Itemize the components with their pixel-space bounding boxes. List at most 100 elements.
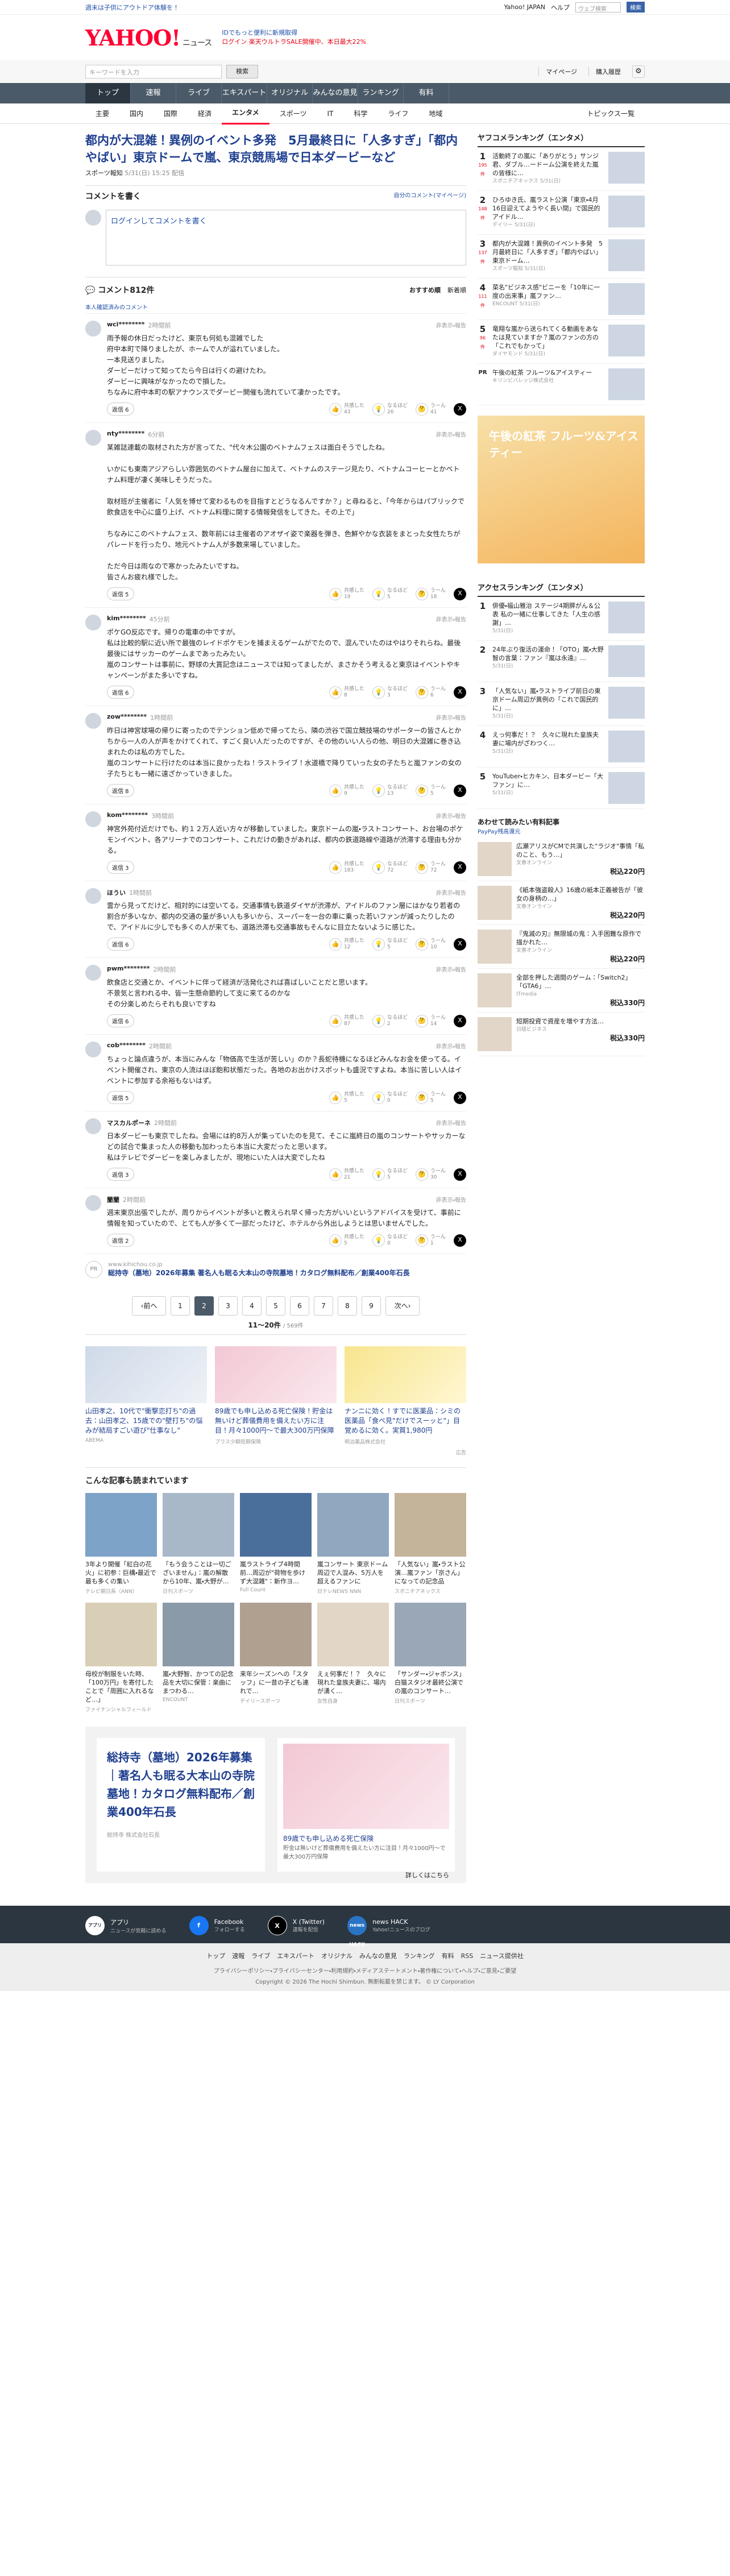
page-9[interactable]: 9 (362, 1296, 381, 1316)
reply-button[interactable]: 返信 5 (107, 587, 134, 600)
reaction-good[interactable]: 👍 共感した 21 (329, 1168, 364, 1181)
report-link[interactable]: 非表示・報告 (436, 1042, 466, 1051)
comment-user[interactable]: wci******** (107, 321, 144, 330)
gnav-original[interactable]: オリジナル (267, 83, 313, 103)
reaction-wrong[interactable]: 🤔 うーん 14 (415, 1014, 446, 1027)
reaction-cheer[interactable]: 💡 なるほど 5 (372, 938, 408, 951)
header-notice-1[interactable]: IDでもっと便利に新規取得 (222, 28, 366, 38)
report-link[interactable]: 非表示・報告 (436, 888, 466, 897)
tab-sports[interactable]: スポーツ (269, 103, 317, 124)
reco-item[interactable]: 「人気ない」嵐・ラスト公演…嵐ファン「京さん」になっての記念品 スポニチアネックス (395, 1493, 466, 1595)
comment-user[interactable]: nty******** (107, 430, 144, 439)
reco-item[interactable]: 嵐ラストライブ4時間前…周辺が"荷物を歩けず大混雑"：新作ヨ… Full Coun… (240, 1493, 312, 1595)
ranking-title[interactable]: 24年ぶり復活の運命！「OTO」嵐・大野智の言葉：ファン『嵐は永遠』… (492, 645, 604, 662)
reaction-good[interactable]: 👍 共感した 183 (329, 861, 364, 874)
comment-user[interactable]: 蘭蘭 (107, 1195, 119, 1204)
gear-icon[interactable]: ⚙ (632, 65, 645, 78)
reco-title[interactable]: 来年シーズンへの「スタッフ」に一昔の子ども連れで… (240, 1670, 312, 1695)
ad-item[interactable]: 89歳でも申し込める死亡保険！貯金は無いけど葬儀費用を備えたい方に注目！月々10… (215, 1346, 337, 1445)
reco-item[interactable]: 3年より開催「紅白の花火」に初参：巨構・最近で最も多くの集い テレビ朝日系（ANN… (85, 1493, 157, 1595)
page-4[interactable]: 4 (242, 1296, 262, 1316)
footer-facebook[interactable]: f Facebook フォローする (189, 1916, 245, 1935)
ranking-title[interactable]: 活動終了の嵐に「ありがとう」サンジ君、ダブル…ードーム公演を終えた嵐の皆様に… (492, 152, 604, 177)
news-search-input[interactable]: キーワードを入力 (85, 65, 222, 78)
share-x[interactable]: X (454, 784, 466, 797)
pr-item[interactable]: PR www.kihichou.co.jp 総持寺（墓地）2026年募集 著名人… (85, 1254, 466, 1285)
page-1[interactable]: 1 (171, 1296, 190, 1316)
ranking-item[interactable]: 4 111件 菜名"ビジネス感"ビニーを「10年に一度の出来事」嵐ファン… ENCOU… (478, 279, 645, 320)
ranking-title[interactable]: YouTuber・ヒカキン、日本ダービー「大ファン」に… (492, 772, 604, 789)
ranking-item[interactable]: 3 「人気ない」嵐・ラストライブ前日の東京ドーム周辺が異例の「これで国民的に」… 5… (478, 682, 645, 726)
reaction-wrong[interactable]: 🤔 うーん 6 (415, 686, 446, 699)
reply-button[interactable]: 返信 6 (107, 1014, 134, 1027)
gnav-expert[interactable]: エキスパート (222, 83, 267, 103)
share-x[interactable]: X (454, 1091, 466, 1104)
reco-item[interactable]: 「もう会うことは一切ございません」：嵐の解散から10年、嵐・大野が… 日刊スポーツ (163, 1493, 234, 1595)
reaction-good[interactable]: 👍 共感した 19 (329, 587, 364, 600)
reply-button[interactable]: 返信 3 (107, 861, 134, 874)
reco-item[interactable]: 来年シーズンへの「スタッフ」に一昔の子ども連れで… デイリースポーツ (240, 1603, 312, 1713)
report-link[interactable]: 非表示・報告 (436, 1118, 466, 1127)
page-7[interactable]: 7 (314, 1296, 333, 1316)
comment-user[interactable]: kim******** (107, 615, 146, 624)
reaction-wrong[interactable]: 🤔 うーん 5 (415, 784, 446, 797)
top-promo-link[interactable]: 週末は子供にアウトドア体験を！ (85, 3, 179, 12)
footer-app[interactable]: アプリ アプリ ニュースが気軽に読める (85, 1916, 167, 1935)
footer-x[interactable]: XX (Twitter) 速報を配信 (267, 1916, 325, 1935)
paid-article-item[interactable]: 《紙本強盗殺人》16歳の紙本正義被告が「彼女の身柄の…」 文春オンライン 税込220… (478, 881, 645, 925)
my-comments-link[interactable]: 自分のコメント(マイページ) (393, 190, 466, 202)
footer-nav-link[interactable]: RSS (461, 1952, 474, 1960)
reaction-good[interactable]: 👍 共感した 9 (329, 784, 364, 797)
tab-domestic[interactable]: 国内 (119, 103, 154, 124)
reaction-wrong[interactable]: 🤔 うーん 72 (415, 861, 446, 874)
help-link[interactable]: ヘルプ (551, 3, 570, 12)
reaction-wrong[interactable]: 🤔 うーん 41 (415, 403, 446, 416)
reco-item[interactable]: 「サンダー・ジャボンス」白猫スタジオ最終公演での嵐のコンサート… 日刊スポーツ (395, 1603, 466, 1713)
topics-list-link[interactable]: トピックス一覧 (576, 103, 645, 124)
reaction-good[interactable]: 👍 共感した 8 (329, 686, 364, 699)
paid-article-title[interactable]: 広瀬アリスがCMで共演した"ラジオ"事情「私のこと、もう…」 (516, 842, 645, 859)
ranking-item[interactable]: 4 えっ何事だ！？ 久々に現れた皇族夫妻に場内がざわつく… 5/31(日) (478, 726, 645, 768)
share-x[interactable]: X (454, 938, 466, 951)
gnav-ranking[interactable]: ランキング (358, 83, 404, 103)
reaction-good[interactable]: 👍 共感した 12 (329, 938, 364, 951)
ranking-title[interactable]: 都内が大混雑！異例のイベント多発 5月最終日に「人多すぎ」「都内やばい」東京ドー… (492, 239, 604, 265)
reaction-good[interactable]: 👍 共感した 43 (329, 403, 364, 416)
footer-nav-link[interactable]: トップ (206, 1952, 225, 1960)
report-link[interactable]: 非表示・報告 (436, 713, 466, 722)
share-x[interactable]: X (454, 861, 466, 874)
ranking-title[interactable]: ひろゆき氏、嵐ラスト公演「東京・4月16日迎えてようやく長い間」で国民的アイドル… (492, 196, 604, 221)
reply-button[interactable]: 返信 6 (107, 403, 134, 416)
footer-nav-link[interactable]: 有料 (442, 1952, 454, 1960)
yahoo-japan-link[interactable]: Yahoo! JAPAN (504, 3, 545, 11)
footer-nav-link[interactable]: ライブ (251, 1952, 270, 1960)
reaction-cheer[interactable]: 💡 なるほど 13 (372, 784, 408, 797)
tab-main[interactable]: 主要 (85, 103, 119, 124)
ranking-item[interactable]: 5 96件 竜翔な嵐から送られてくる動画をあなたは見ていますか？嵐のファンの方の「こ… (478, 320, 645, 364)
reaction-wrong[interactable]: 🤔 うーん 1 (415, 1234, 446, 1247)
reaction-good[interactable]: 👍 共感した 5 (329, 1234, 364, 1247)
footer-nav-link[interactable]: みんなの意見 (359, 1952, 397, 1960)
tab-life[interactable]: ライフ (378, 103, 418, 124)
reco-title[interactable]: 嵐ラストライブ4時間前…周辺が"荷物を歩けず大混雑"：新作ヨ… (240, 1560, 312, 1586)
pr-title[interactable]: 総持寺（墓地）2026年募集 著名人も眠る大本山の寺院墓地！カタログ無料配布／創… (108, 1268, 410, 1277)
side-pr-item[interactable]: PR 午後の紅茶 フルーツ&アイスティー キリンビバレッジ株式会社 (478, 364, 645, 405)
tab-local[interactable]: 地域 (418, 103, 453, 124)
purchase-history-link[interactable]: 購入履歴 (588, 67, 628, 76)
tab-it[interactable]: IT (317, 103, 343, 124)
web-search-input[interactable]: ウェブ検索 (575, 2, 621, 13)
ranking-title[interactable]: 菜名"ビジネス感"ビニーを「10年に一度の出来事」嵐ファン… (492, 283, 604, 300)
reco-item[interactable]: 母校が制服をいた時、「100万円」を寄付したことで「周囲に入れるなど…」 ファイナ… (85, 1603, 157, 1713)
web-search-button[interactable]: 検索 (627, 2, 645, 13)
footer-nav-link[interactable]: オリジナル (321, 1952, 352, 1960)
reply-button[interactable]: 返信 6 (107, 686, 134, 699)
reco-title[interactable]: 嵐・大野智、かつての記念品を大切に保管：楽曲にまつわる… (163, 1670, 234, 1695)
reaction-good[interactable]: 👍 共感した 5 (329, 1091, 364, 1104)
paid-article-item[interactable]: 『鬼滅の刃』無限城の鬼：入手困難な原作で描かれた… 文春オンライン 税込220円 (478, 925, 645, 969)
sort-newest[interactable]: 新着順 (447, 285, 466, 294)
page-6[interactable]: 6 (290, 1296, 309, 1316)
ranking-title[interactable]: えっ何事だ！？ 久々に現れた皇族夫妻に場内がざわつく… (492, 731, 604, 748)
ranking-item[interactable]: 3 137件 都内が大混雑！異例のイベント多発 5月最終日に「人多すぎ」「都内やばい… (478, 235, 645, 279)
paid-article-item[interactable]: 短期投資で資産を増やす方法… 日経ビジネス 税込330円 (478, 1013, 645, 1056)
next-page-button[interactable]: 次へ› (385, 1296, 420, 1316)
